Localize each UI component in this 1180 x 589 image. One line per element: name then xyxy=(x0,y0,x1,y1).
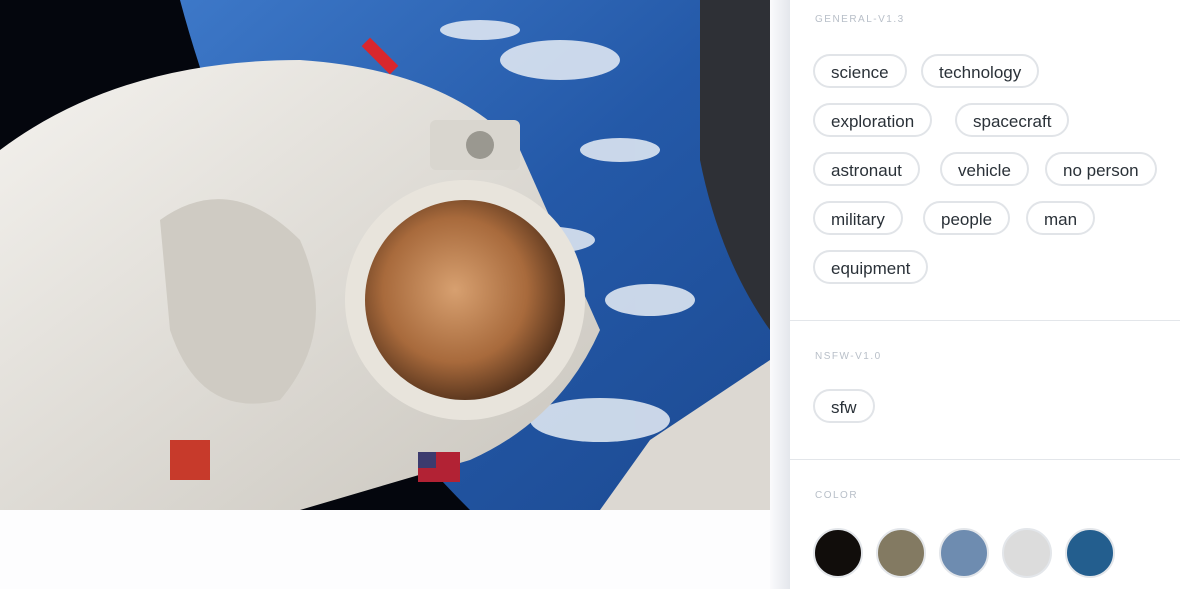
tag-sfw[interactable]: sfw xyxy=(813,389,875,423)
nsfw-model-section: NSFW-V1.0 sfw xyxy=(790,321,1180,459)
tag-man[interactable]: man xyxy=(1026,201,1096,235)
color-swatch[interactable] xyxy=(1002,528,1052,578)
photo-illustration xyxy=(0,0,770,510)
tag-technology[interactable]: technology xyxy=(921,54,1040,88)
tag-no-person[interactable]: no person xyxy=(1045,152,1157,186)
color-model-section: COLOR xyxy=(790,460,1180,589)
image-bottom-spacer xyxy=(0,510,770,589)
tag-exploration[interactable]: exploration xyxy=(813,103,933,137)
nsfw-model-title: NSFW-V1.0 xyxy=(815,351,882,362)
general-model-section: GENERAL-V1.3 science technology explorat… xyxy=(790,0,1180,320)
color-swatch[interactable] xyxy=(939,528,989,578)
tag-astronaut[interactable]: astronaut xyxy=(813,152,920,186)
concepts-sidebar: GENERAL-V1.3 science technology explorat… xyxy=(790,0,1180,589)
color-swatch[interactable] xyxy=(813,528,863,578)
tag-science[interactable]: science xyxy=(813,54,907,88)
sidebar-shadow xyxy=(770,0,790,589)
astronaut-photo xyxy=(0,0,770,510)
tag-military[interactable]: military xyxy=(813,201,903,235)
tag-spacecraft[interactable]: spacecraft xyxy=(955,103,1070,137)
general-model-title: GENERAL-V1.3 xyxy=(815,14,905,25)
color-swatch[interactable] xyxy=(1065,528,1115,578)
tag-people[interactable]: people xyxy=(923,201,1011,235)
tag-vehicle[interactable]: vehicle xyxy=(940,152,1029,186)
tag-equipment[interactable]: equipment xyxy=(813,250,929,284)
color-swatch[interactable] xyxy=(876,528,926,578)
color-model-title: COLOR xyxy=(815,490,859,501)
